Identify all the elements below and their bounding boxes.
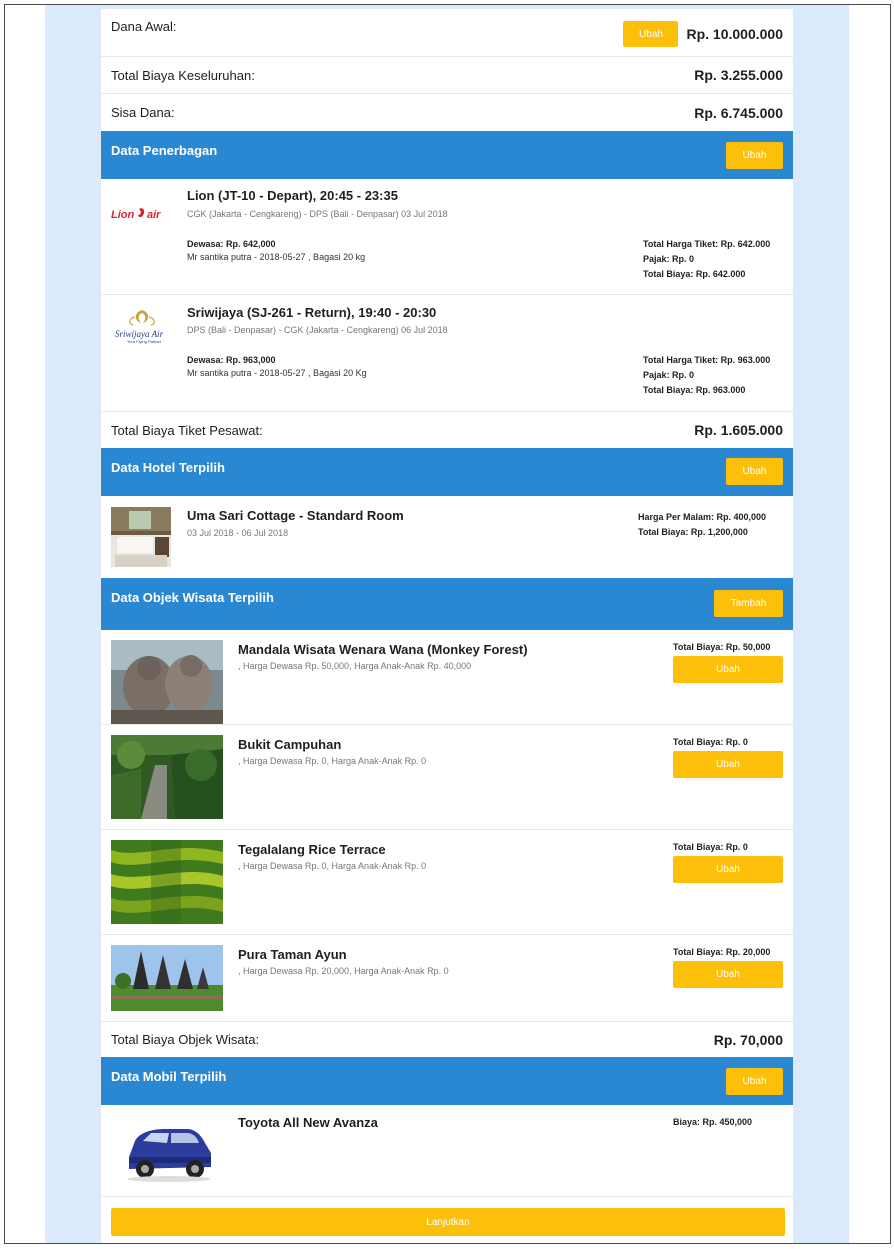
attraction-title: Pura Taman Ayun	[238, 947, 347, 962]
dana-awal-row: Dana Awal: Ubah Rp. 10.000.000	[101, 9, 793, 57]
attraction-title: Bukit Campuhan	[238, 737, 342, 752]
hotel-total: Total Biaya: Rp. 1,200,000	[638, 527, 748, 537]
flight-total-value: Rp. 1.605.000	[694, 422, 783, 438]
attraction-total: Total Biaya: Rp. 50,000	[673, 642, 771, 652]
flight-title: Sriwijaya (SJ-261 - Return), 19:40 - 20:…	[187, 305, 437, 320]
attraction-item: Tegalalang Rice Terrace , Harga Dewasa R…	[101, 830, 793, 935]
hotel-per-night: Harga Per Malam: Rp. 400,000	[638, 512, 767, 522]
remaining-budget-label: Sisa Dana:	[111, 105, 175, 120]
attraction-thumbnail	[111, 945, 223, 1011]
attraction-total: Total Biaya: Rp. 0	[673, 737, 748, 747]
lion-air-logo: Lion air	[111, 207, 175, 226]
edit-attraction-button[interactable]: Ubah	[673, 856, 783, 883]
attraction-thumbnail	[111, 640, 223, 724]
flight-total: Total Biaya: Rp. 642.000	[643, 269, 746, 279]
car-section-header: Data Mobil Terpilih Ubah	[101, 1057, 793, 1105]
flight-item: Sriwijaya Air Your Flying Partner Sriwij…	[101, 295, 793, 412]
dana-awal-value: Rp. 10.000.000	[686, 26, 783, 42]
flight-total-label: Total Biaya Tiket Pesawat:	[111, 422, 263, 438]
flight-passenger: Mr santika putra - 2018-05-27 , Bagasi 2…	[187, 368, 367, 378]
attraction-total: Total Biaya: Rp. 20,000	[673, 947, 771, 957]
attraction-title: Mandala Wisata Wenara Wana (Monkey Fores…	[238, 642, 528, 657]
remaining-budget-row: Sisa Dana: Rp. 6.745.000	[101, 94, 793, 131]
hotel-thumbnail	[111, 507, 171, 567]
add-attraction-button[interactable]: Tambah	[714, 590, 783, 617]
edit-flight-button[interactable]: Ubah	[726, 142, 783, 169]
page-frame: Dana Awal: Ubah Rp. 10.000.000 Total Bia…	[4, 4, 891, 1244]
attraction-section-title: Data Objek Wisata Terpilih	[111, 590, 274, 605]
continue-row: Lanjutkan	[101, 1197, 793, 1236]
flight-tax: Pajak: Rp. 0	[643, 370, 695, 380]
attraction-description: , Harga Dewasa Rp. 0, Harga Anak-Anak Rp…	[238, 861, 427, 871]
flight-total-row: Total Biaya Tiket Pesawat: Rp. 1.605.000	[101, 412, 793, 448]
sriwijaya-air-logo: Sriwijaya Air Your Flying Partner	[111, 308, 173, 351]
flight-route: CGK (Jakarta - Cengkareng) - DPS (Bali -…	[187, 209, 448, 219]
attraction-total-label: Total Biaya Objek Wisata:	[111, 1032, 260, 1047]
car-price: Biaya: Rp. 450,000	[673, 1117, 753, 1127]
hotel-dates: 03 Jul 2018 - 06 Jul 2018	[187, 528, 289, 538]
flight-price-summary: Total Harga Tiket: Rp. 642.000 Pajak: Rp…	[643, 237, 783, 282]
flight-tax: Pajak: Rp. 0	[643, 254, 695, 264]
flight-title: Lion (JT-10 - Depart), 20:45 - 23:35	[187, 188, 398, 203]
attraction-item: Bukit Campuhan , Harga Dewasa Rp. 0, Har…	[101, 725, 793, 830]
continue-button[interactable]: Lanjutkan	[111, 1208, 785, 1236]
flight-ticket-total: Total Harga Tiket: Rp. 963.000	[643, 355, 771, 365]
svg-text:Lion: Lion	[111, 209, 134, 221]
flight-adult-price: Dewasa: Rp. 642,000	[187, 239, 276, 249]
edit-hotel-button[interactable]: Ubah	[726, 458, 783, 485]
remaining-budget-value: Rp. 6.745.000	[694, 104, 783, 121]
hotel-section-header: Data Hotel Terpilih Ubah	[101, 448, 793, 496]
attraction-thumbnail	[111, 735, 223, 819]
attraction-item: Mandala Wisata Wenara Wana (Monkey Fores…	[101, 630, 793, 725]
car-name: Toyota All New Avanza	[238, 1115, 378, 1130]
total-cost-label: Total Biaya Keseluruhan:	[111, 67, 255, 83]
total-cost-row: Total Biaya Keseluruhan: Rp. 3.255.000	[101, 57, 793, 94]
hotel-item: Uma Sari Cottage - Standard Room 03 Jul …	[101, 496, 793, 578]
car-thumbnail	[121, 1113, 217, 1183]
attraction-section-header: Data Objek Wisata Terpilih Tambah	[101, 578, 793, 630]
attraction-thumbnail	[111, 840, 223, 924]
flight-ticket-total: Total Harga Tiket: Rp. 642.000	[643, 239, 771, 249]
flight-route: DPS (Bali - Denpasar) - CGK (Jakarta - C…	[187, 325, 448, 335]
flight-item: Lion air Lion (JT-10 - Depart), 20:45 - …	[101, 179, 793, 295]
car-section-title: Data Mobil Terpilih	[111, 1069, 227, 1084]
edit-attraction-button[interactable]: Ubah	[673, 961, 783, 988]
total-cost-value: Rp. 3.255.000	[694, 67, 783, 83]
flight-total: Total Biaya: Rp. 963.000	[643, 385, 746, 395]
attraction-title: Tegalalang Rice Terrace	[238, 842, 386, 857]
car-item: Toyota All New Avanza Biaya: Rp. 450,000	[101, 1105, 793, 1197]
edit-attraction-button[interactable]: Ubah	[673, 656, 783, 683]
flight-passenger: Mr santika putra - 2018-05-27 , Bagasi 2…	[187, 252, 366, 262]
dana-awal-label: Dana Awal:	[111, 19, 177, 34]
attraction-description: , Harga Dewasa Rp. 50,000, Harga Anak-An…	[238, 661, 472, 671]
flight-section-title: Data Penerbagan	[111, 143, 218, 158]
attraction-item: Pura Taman Ayun , Harga Dewasa Rp. 20,00…	[101, 935, 793, 1022]
hotel-price-summary: Harga Per Malam: Rp. 400,000 Total Biaya…	[638, 510, 783, 540]
attraction-total-row: Total Biaya Objek Wisata: Rp. 70,000	[101, 1022, 793, 1057]
attraction-description: , Harga Dewasa Rp. 0, Harga Anak-Anak Rp…	[238, 756, 427, 766]
hotel-name: Uma Sari Cottage - Standard Room	[187, 508, 404, 523]
attraction-total: Total Biaya: Rp. 0	[673, 842, 748, 852]
hotel-section-title: Data Hotel Terpilih	[111, 460, 225, 475]
attraction-total-value: Rp. 70,000	[713, 1031, 783, 1048]
edit-budget-button[interactable]: Ubah	[623, 21, 679, 47]
flight-price-summary: Total Harga Tiket: Rp. 963.000 Pajak: Rp…	[643, 353, 783, 398]
attraction-description: , Harga Dewasa Rp. 20,000, Harga Anak-An…	[238, 966, 449, 976]
flight-section-header: Data Penerbagan Ubah	[101, 131, 793, 179]
svg-text:air: air	[147, 209, 161, 221]
flight-adult-price: Dewasa: Rp. 963,000	[187, 355, 276, 365]
edit-attraction-button[interactable]: Ubah	[673, 751, 783, 778]
booking-summary-card: Dana Awal: Ubah Rp. 10.000.000 Total Bia…	[100, 9, 794, 1243]
svg-text:Sriwijaya Air: Sriwijaya Air	[115, 329, 164, 339]
svg-text:Your Flying Partner: Your Flying Partner	[127, 339, 162, 344]
edit-car-button[interactable]: Ubah	[726, 1068, 783, 1095]
